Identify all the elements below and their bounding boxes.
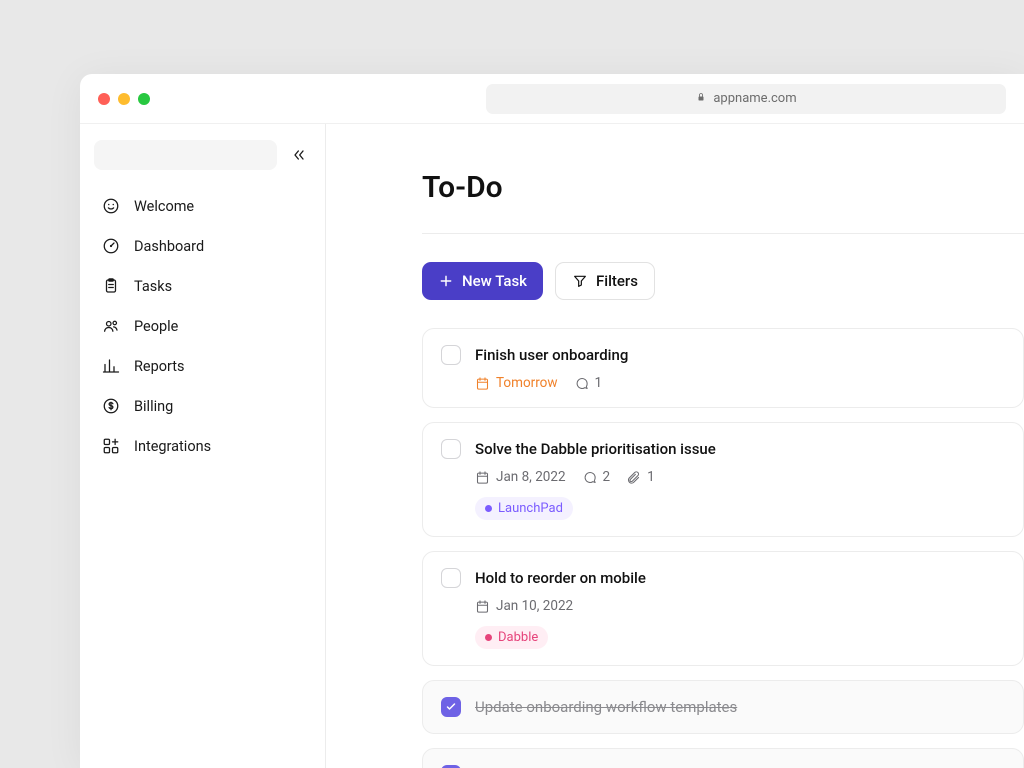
sidebar-item-label: Dashboard bbox=[134, 238, 204, 255]
task-comments[interactable]: 2 bbox=[582, 469, 611, 485]
task-card[interactable]: Hold to reorder on mobile Jan 10, 2022 D… bbox=[422, 551, 1024, 666]
task-date: Tomorrow bbox=[475, 375, 558, 391]
calendar-icon bbox=[475, 470, 490, 485]
sidebar-item-billing[interactable]: Billing bbox=[94, 388, 311, 424]
action-row: New Task Filters bbox=[422, 262, 1024, 300]
sidebar: Welcome Dashboard Tasks People Reports bbox=[80, 124, 326, 768]
page-title: To-Do bbox=[422, 170, 1024, 205]
task-card[interactable]: Update onboarding workflow templates bbox=[422, 680, 1024, 734]
sidebar-item-welcome[interactable]: Welcome bbox=[94, 188, 311, 224]
window-controls bbox=[98, 93, 150, 105]
app-window: appname.com Welcome Dashboard bbox=[80, 74, 1024, 768]
sidebar-item-reports[interactable]: Reports bbox=[94, 348, 311, 384]
clipboard-icon bbox=[102, 277, 120, 295]
tag-dot-icon bbox=[485, 634, 492, 641]
tag-dot-icon bbox=[485, 505, 492, 512]
task-list: Finish user onboarding Tomorrow 1 bbox=[422, 328, 1024, 768]
task-attachments[interactable]: 1 bbox=[626, 469, 655, 485]
calendar-icon bbox=[475, 599, 490, 614]
url-bar[interactable]: appname.com bbox=[486, 84, 1006, 114]
titlebar: appname.com bbox=[80, 74, 1024, 124]
paperclip-icon bbox=[626, 470, 641, 485]
comment-icon bbox=[582, 470, 597, 485]
lock-icon bbox=[695, 91, 707, 107]
task-title: Hold to reorder on mobile bbox=[475, 569, 646, 587]
main-content: To-Do New Task Filters Finish user on bbox=[326, 124, 1024, 768]
task-tag[interactable]: LaunchPad bbox=[475, 497, 573, 520]
sidebar-item-label: Reports bbox=[134, 358, 185, 375]
url-text: appname.com bbox=[713, 91, 796, 106]
workspace-switcher[interactable] bbox=[94, 140, 277, 170]
sidebar-item-people[interactable]: People bbox=[94, 308, 311, 344]
task-checkbox[interactable] bbox=[441, 697, 461, 717]
task-card[interactable]: Solve the Dabble prioritisation issue Ja… bbox=[422, 422, 1024, 537]
task-checkbox[interactable] bbox=[441, 345, 461, 365]
divider bbox=[422, 233, 1024, 234]
task-card[interactable]: Finish user onboarding Tomorrow 1 bbox=[422, 328, 1024, 408]
grid-plus-icon bbox=[102, 437, 120, 455]
new-task-label: New Task bbox=[462, 272, 527, 290]
sidebar-item-label: Integrations bbox=[134, 438, 211, 455]
close-window-button[interactable] bbox=[98, 93, 110, 105]
sidebar-item-integrations[interactable]: Integrations bbox=[94, 428, 311, 464]
filters-button[interactable]: Filters bbox=[555, 262, 655, 300]
check-icon bbox=[445, 701, 457, 713]
calendar-icon bbox=[475, 376, 490, 391]
sidebar-item-label: Welcome bbox=[134, 198, 194, 215]
sidebar-item-label: People bbox=[134, 318, 178, 335]
gauge-icon bbox=[102, 237, 120, 255]
sidebar-item-label: Tasks bbox=[134, 278, 172, 295]
dollar-icon bbox=[102, 397, 120, 415]
task-tag[interactable]: Dabble bbox=[475, 626, 548, 649]
chevrons-left-icon bbox=[291, 147, 307, 163]
filter-icon bbox=[572, 273, 588, 289]
task-comments[interactable]: 1 bbox=[574, 375, 603, 391]
sidebar-nav: Welcome Dashboard Tasks People Reports bbox=[94, 188, 311, 464]
bar-chart-icon bbox=[102, 357, 120, 375]
task-title: Solve the Dabble prioritisation issue bbox=[475, 440, 716, 458]
plus-icon bbox=[438, 273, 454, 289]
fullscreen-window-button[interactable] bbox=[138, 93, 150, 105]
task-card[interactable]: Connect time tracking with tasks bbox=[422, 748, 1024, 768]
task-title: Update onboarding workflow templates bbox=[475, 698, 737, 716]
task-title: Finish user onboarding bbox=[475, 346, 628, 364]
task-checkbox[interactable] bbox=[441, 439, 461, 459]
comment-icon bbox=[574, 376, 589, 391]
sidebar-item-label: Billing bbox=[134, 398, 173, 415]
smile-icon bbox=[102, 197, 120, 215]
users-icon bbox=[102, 317, 120, 335]
sidebar-item-tasks[interactable]: Tasks bbox=[94, 268, 311, 304]
filters-label: Filters bbox=[596, 272, 638, 290]
sidebar-item-dashboard[interactable]: Dashboard bbox=[94, 228, 311, 264]
new-task-button[interactable]: New Task bbox=[422, 262, 543, 300]
task-date: Jan 8, 2022 bbox=[475, 469, 566, 485]
minimize-window-button[interactable] bbox=[118, 93, 130, 105]
task-date: Jan 10, 2022 bbox=[475, 598, 573, 614]
collapse-sidebar-button[interactable] bbox=[287, 143, 311, 167]
task-checkbox[interactable] bbox=[441, 568, 461, 588]
